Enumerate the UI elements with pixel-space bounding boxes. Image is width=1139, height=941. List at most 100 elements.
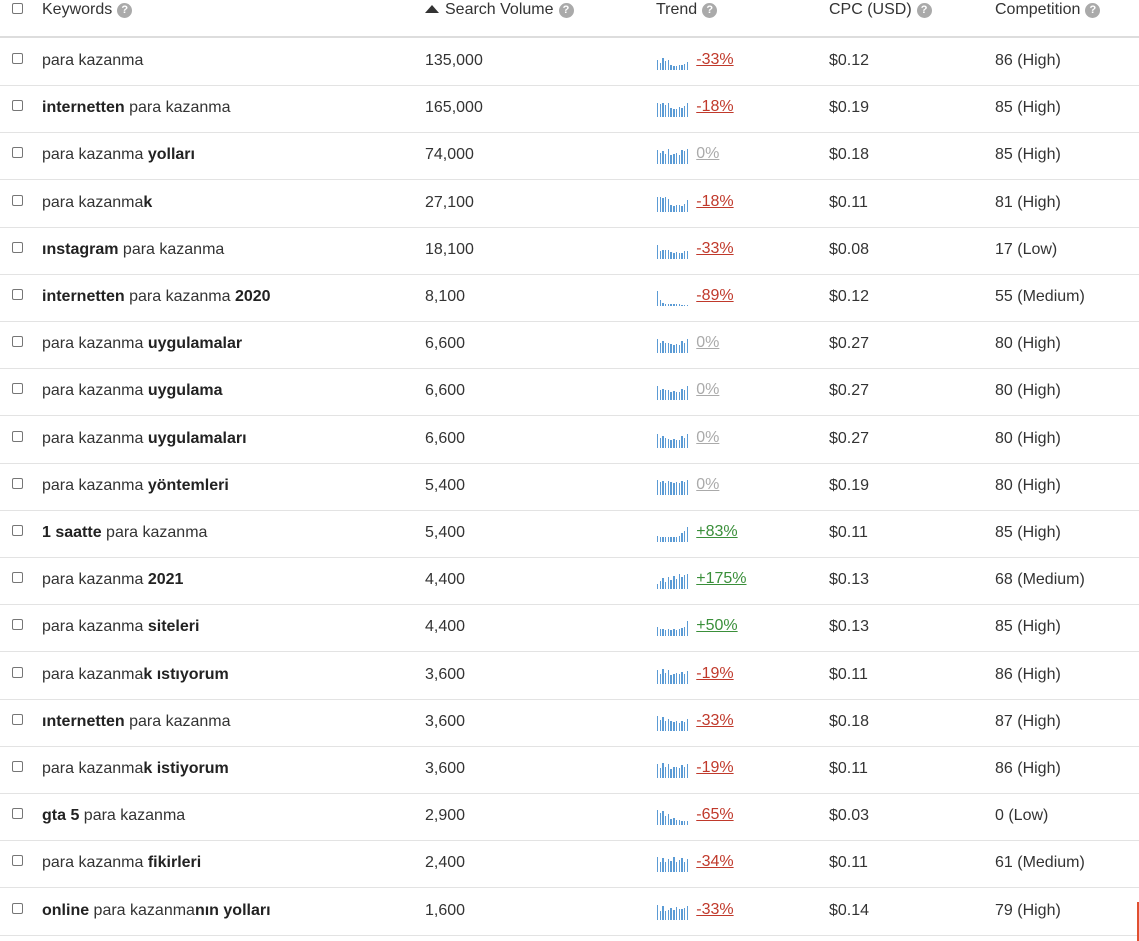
row-checkbox[interactable] [12,194,23,206]
row-checkbox[interactable] [12,430,23,442]
table-row[interactable]: gta 5 para kazanma 2,900 -65% $0.03 0 (Low) [0,794,1139,842]
table-row[interactable]: internetten para kazanma 2020 8,100 -89% $0… [0,275,1139,322]
row-checkbox[interactable] [12,53,23,64]
select-all-checkbox[interactable] [12,3,23,14]
row-checkbox[interactable] [12,761,23,772]
trend-percent-link[interactable]: 0% [696,475,719,495]
row-checkbox[interactable] [12,241,23,253]
help-icon[interactable]: ? [117,2,133,18]
row-checkbox[interactable] [12,619,23,631]
help-icon[interactable]: ? [1085,2,1101,18]
keyword-base: para kazanma [89,901,195,919]
cpc-cell: $0.13 [829,571,870,589]
sparkline-bar [665,767,667,778]
keyword-cell[interactable]: para kazanmak ıstıyorum [42,666,229,684]
competition-cell: 55 (Medium) [995,288,1085,305]
table-row[interactable]: para kazanma uygulamalar 6,600 0% $0.27 80 (… [0,322,1139,370]
keyword-cell[interactable]: para kazanma yöntemleri [42,477,229,495]
keyword-cell[interactable]: ınstagram para kazanma [42,241,224,259]
column-search-volume[interactable]: Search Volume ? [425,1,574,19]
trend-percent-link[interactable]: -33% [696,711,733,731]
trend-percent-link[interactable]: +83% [696,522,737,542]
keyword-cell[interactable]: 1 saatte para kazanma [42,524,207,542]
keyword-cell[interactable]: internetten para kazanma 2020 [42,288,271,306]
trend-percent-link[interactable]: -19% [696,664,733,684]
keyword-cell[interactable]: online para kazanmanın yolları [42,902,271,920]
table-row[interactable]: ınternetten para kazanma 3,600 -33% $0.18 87… [0,700,1139,747]
sparkline-bar [667,390,670,401]
trend-percent-link[interactable]: 0% [696,428,719,448]
row-checkbox[interactable] [12,383,23,395]
keyword-cell[interactable]: para kazanma siteleri [42,618,199,636]
trend-percent-link[interactable]: -65% [696,805,733,825]
keyword-cell[interactable]: gta 5 para kazanma [42,807,185,825]
trend-percent-link[interactable]: -18% [696,192,733,212]
trend-percent-link[interactable]: +50% [696,616,737,636]
keyword-cell[interactable]: para kazanma yolları [42,146,195,164]
trend-percent-link[interactable]: -19% [696,758,733,778]
column-cpc[interactable]: CPC (USD) ? [829,1,932,19]
column-keywords[interactable]: Keywords ? [42,1,133,19]
trend-percent-link[interactable]: -33% [696,50,733,70]
row-checkbox[interactable] [12,289,23,300]
keyword-cell[interactable]: para kazanma uygulama [42,382,223,400]
table-row[interactable]: para kazanmak istiyorum 3,600 -19% $0.11 86 … [0,747,1139,794]
row-checkbox[interactable] [12,713,23,725]
trend-percent-link[interactable]: -33% [696,239,733,259]
trend-percent-link[interactable]: -89% [696,286,733,306]
keyword-cell[interactable]: para kazanma uygulamaları [42,430,247,448]
sparkline-bar [681,389,683,401]
table-row[interactable]: para kazanma uygulamaları 6,600 0% $0.27 80 … [0,417,1139,464]
keyword-cell[interactable]: internetten para kazanma [42,99,231,117]
keyword-cell[interactable]: para kazanma fikirleri [42,854,201,872]
row-checkbox[interactable] [12,808,23,820]
table-row[interactable]: ınstagram para kazanma 18,100 -33% $0.08 17 … [0,228,1139,275]
column-competition[interactable]: Competition ? [995,1,1101,19]
keyword-base: para kazanma [42,854,148,872]
table-row[interactable]: para kazanma uygulama 6,600 0% $0.27 80 (Hig… [0,369,1139,417]
row-checkbox[interactable] [12,336,23,348]
competition-cell: 85 (High) [995,618,1061,636]
table-row[interactable]: para kazanma fikirleri 2,400 -34% $0.11 61 (… [0,841,1139,889]
sparkline-bar [670,108,672,118]
trend-percent-link[interactable]: -33% [696,900,733,920]
trend-percent-link[interactable]: 0% [696,333,719,353]
sparkline-bar [678,65,680,70]
help-icon[interactable]: ? [558,2,574,18]
table-row[interactable]: para kazanma 135,000 -33% $0.12 86 (High) [0,39,1139,86]
column-trend[interactable]: Trend ? [656,1,718,19]
sparkline-bar [686,479,688,495]
table-row[interactable]: para kazanma siteleri 4,400 +50% $0.13 85 (H… [0,605,1139,653]
keyword-cell[interactable]: para kazanma uygulamalar [42,335,242,353]
table-row[interactable]: para kazanma yöntemleri 5,400 0% $0.19 80 (H… [0,464,1139,511]
row-checkbox[interactable] [12,572,23,584]
help-icon[interactable]: ? [702,2,718,18]
trend-percent-link[interactable]: 0% [696,380,719,400]
trend-percent-link[interactable]: +175% [696,569,746,589]
table-row[interactable]: internetten para kazanma 165,000 -18% $0.19… [0,86,1139,134]
keyword-cell[interactable]: para kazanma [42,52,143,70]
table-row[interactable]: para kazanmak 27,100 -18% $0.11 81 (High) [0,181,1139,228]
help-icon[interactable]: ? [916,2,932,18]
sparkline-bar [673,721,675,731]
row-checkbox[interactable] [12,525,23,536]
row-checkbox[interactable] [12,855,23,867]
trend-percent-link[interactable]: 0% [696,144,719,164]
trend-percent-link[interactable]: -34% [696,852,733,872]
row-checkbox[interactable] [12,477,23,489]
row-checkbox[interactable] [12,666,23,678]
keyword-cell[interactable]: para kazanma 2021 [42,571,183,589]
row-checkbox[interactable] [12,902,23,914]
table-row[interactable]: para kazanma yolları 74,000 0% $0.18 85 (Hig… [0,133,1139,181]
row-checkbox[interactable] [12,147,23,159]
table-row[interactable]: para kazanmak ıstıyorum 3,600 -19% $0.11 86 … [0,653,1139,700]
keyword-cell[interactable]: para kazanmak istiyorum [42,760,229,778]
sparkline-bar [681,65,683,70]
table-row[interactable]: online para kazanmanın yolları 1,600 -33% $… [0,889,1139,936]
table-row[interactable]: para kazanma 2021 4,400 +175% $0.13 68 (Medi… [0,558,1139,606]
keyword-cell[interactable]: para kazanmak [42,194,152,212]
trend-percent-link[interactable]: -18% [696,97,733,117]
table-row[interactable]: 1 saatte para kazanma 5,400 +83% $0.11 85 (H… [0,511,1139,558]
keyword-cell[interactable]: ınternetten para kazanma [42,713,231,731]
row-checkbox[interactable] [12,100,23,112]
